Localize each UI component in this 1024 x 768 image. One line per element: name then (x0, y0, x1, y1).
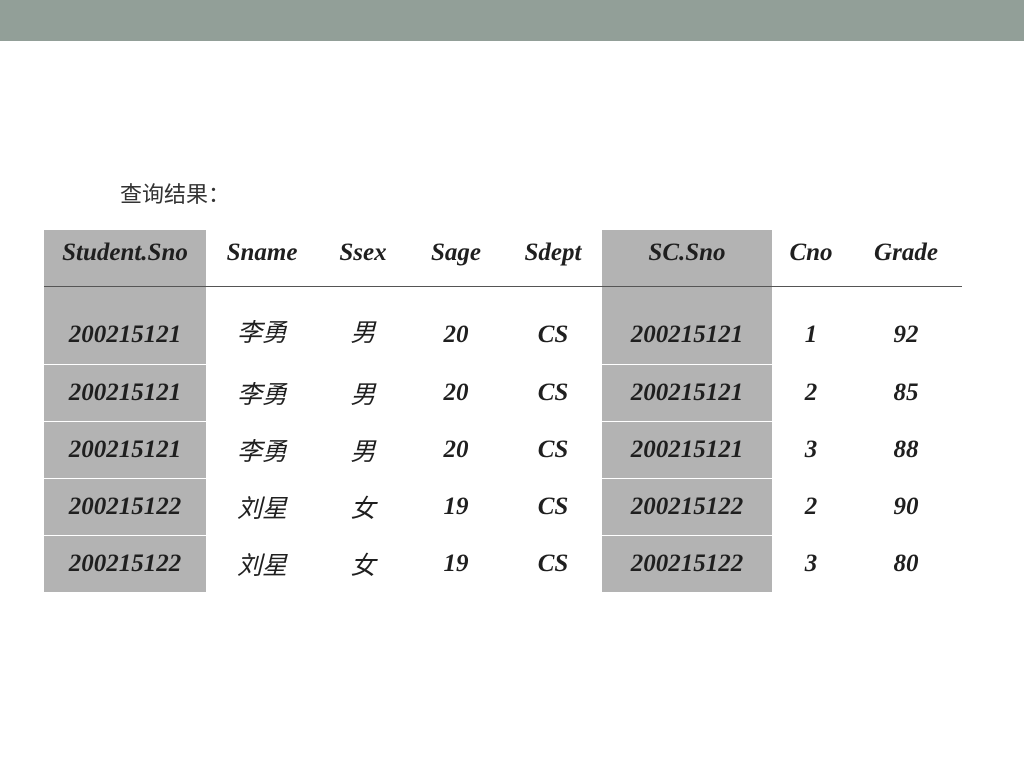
cell-student-sno: 200215121 (44, 420, 206, 478)
header-student-sno: Student.Sno (44, 230, 206, 287)
header-ssex: Ssex (318, 230, 408, 287)
cell-student-sno: 200215121 (44, 286, 206, 364)
cell-grade: 92 (893, 320, 919, 348)
cell-sage: 20 (443, 320, 469, 348)
table-row: 200215122 刘星 女 19 CS 200215122 3 80 (44, 534, 962, 592)
cell-ssex: 男 (350, 317, 376, 347)
cell-sdept: CS (504, 363, 602, 421)
cell-ssex: 男 (318, 420, 408, 478)
top-banner (0, 0, 1024, 41)
cell-grade: 90 (850, 477, 962, 535)
cell-cno: 2 (772, 363, 850, 421)
cell-grade: 85 (850, 363, 962, 421)
cell-cno: 3 (772, 534, 850, 592)
header-cno: Cno (772, 230, 850, 287)
cell-sage: 19 (408, 534, 504, 592)
cell-cno: 1 (804, 320, 818, 348)
cell-sc-sno: 200215122 (602, 477, 772, 535)
cell-student-sno: 200215121 (44, 363, 206, 421)
cell-ssex: 女 (318, 477, 408, 535)
cell-sname: 李勇 (206, 420, 318, 478)
cell-sname: 刘星 (206, 534, 318, 592)
table-row: 200215121 李勇 男 20 CS 200215121 2 85 (44, 363, 962, 421)
cell-sc-sno: 200215121 (602, 363, 772, 421)
table-header-row: Student.Sno Sname Ssex Sage Sdept SC.Sno… (44, 230, 962, 287)
cell-sc-sno: 200215121 (602, 420, 772, 478)
cell-sdept: CS (504, 534, 602, 592)
header-grade: Grade (850, 230, 962, 287)
cell-sage: 19 (408, 477, 504, 535)
cell-cno: 2 (772, 477, 850, 535)
table-row: 200215121 李勇 男 20 CS 200215121 1 92 (44, 286, 962, 364)
cell-sc-sno: 200215121 (602, 286, 772, 364)
header-sname: Sname (206, 230, 318, 287)
cell-sname: 刘星 (206, 477, 318, 535)
cell-grade: 80 (850, 534, 962, 592)
cell-sdept: CS (537, 320, 569, 348)
cell-student-sno: 200215122 (44, 477, 206, 535)
cell-sname: 李勇 (236, 317, 287, 347)
cell-student-sno: 200215122 (44, 534, 206, 592)
cell-sc-sno: 200215122 (602, 534, 772, 592)
cell-sdept: CS (504, 420, 602, 478)
query-result-table: Student.Sno Sname Ssex Sage Sdept SC.Sno… (44, 230, 962, 592)
header-sc-sno: SC.Sno (602, 230, 772, 287)
cell-sage: 20 (408, 363, 504, 421)
header-sdept: Sdept (504, 230, 602, 287)
cell-cno: 3 (772, 420, 850, 478)
header-sage: Sage (408, 230, 504, 287)
table-row: 200215121 李勇 男 20 CS 200215121 3 88 (44, 420, 962, 478)
cell-grade: 88 (850, 420, 962, 478)
cell-ssex: 男 (318, 363, 408, 421)
cell-sdept: CS (504, 477, 602, 535)
table-row: 200215122 刘星 女 19 CS 200215122 2 90 (44, 477, 962, 535)
cell-sname: 李勇 (206, 363, 318, 421)
cell-ssex: 女 (318, 534, 408, 592)
cell-sage: 20 (408, 420, 504, 478)
slide: 查询结果： Student.Sno Sname Ssex Sage Sdept … (0, 0, 1024, 768)
query-result-caption: 查询结果： (120, 183, 231, 208)
